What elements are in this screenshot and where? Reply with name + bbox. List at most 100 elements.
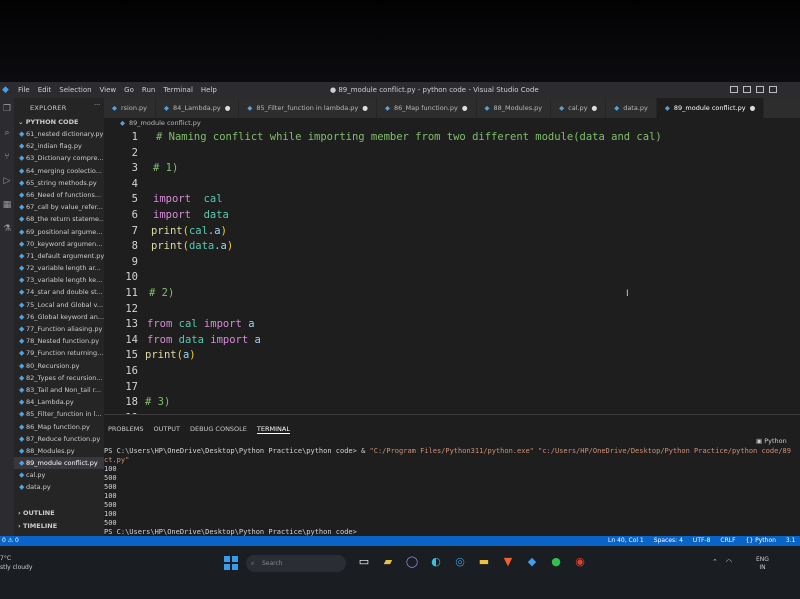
menu-help[interactable]: Help	[201, 86, 217, 94]
sidebar-file-item[interactable]: ◆ 75_Local and Global v...	[14, 299, 104, 311]
code-line[interactable]: 4	[104, 177, 148, 192]
code-line[interactable]: 15 print(a)	[104, 348, 195, 363]
toggle-panel-icon[interactable]	[743, 86, 751, 93]
outline-section[interactable]: › OUTLINE	[18, 509, 55, 517]
edge-icon[interactable]: ◐	[428, 554, 444, 570]
editor-tab[interactable]: ◆ 89_module conflict.py ●	[656, 98, 765, 118]
code-line[interactable]: 11 # 2)	[104, 286, 174, 301]
sidebar-file-item[interactable]: ◆ 66_Need of functions...	[14, 189, 104, 201]
source-control-icon[interactable]: ⑂	[2, 152, 12, 162]
sidebar-file-item[interactable]: ◆ data.py	[14, 481, 104, 493]
chrome-icon[interactable]: ◉	[572, 554, 588, 570]
sidebar-file-item[interactable]: ◆ cal.py	[14, 469, 104, 481]
code-line[interactable]: 2	[104, 146, 148, 161]
search-icon[interactable]: ⌕	[2, 128, 12, 138]
menu-terminal[interactable]: Terminal	[163, 86, 193, 94]
code-line[interactable]: 5 import cal	[104, 192, 223, 207]
sidebar-file-item[interactable]: ◆ 78_Nested function.py	[14, 335, 104, 347]
code-line[interactable]: 1 # Naming conflict while importing membe…	[104, 130, 662, 145]
sidebar-file-item[interactable]: ◆ 61_nested dictionary.py	[14, 128, 104, 140]
editor-tab[interactable]: ◆ 85_Filter_function in lambda.py ●	[239, 98, 377, 118]
network-icon[interactable]: ◠	[726, 558, 732, 566]
sidebar-file-item[interactable]: ◆ 71_default argument.py	[14, 250, 104, 262]
language-indicator[interactable]: ENG IN	[756, 556, 769, 572]
tab-terminal[interactable]: TERMINAL	[256, 425, 290, 434]
tab-debug-console[interactable]: DEBUG CONSOLE	[190, 425, 247, 434]
code-line[interactable]: 17	[104, 380, 148, 395]
code-line[interactable]: 7 print(cal.a)	[104, 224, 227, 239]
menu-go[interactable]: Go	[124, 86, 134, 94]
encoding[interactable]: UTF-8	[693, 537, 711, 544]
language-mode[interactable]: {} Python	[746, 537, 776, 544]
taskbar-search[interactable]: ⌕ Search	[246, 555, 346, 572]
sidebar-file-item[interactable]: ◆ 64_merging coolectio...	[14, 165, 104, 177]
tab-output[interactable]: OUTPUT	[153, 425, 180, 434]
unsaved-dot-icon[interactable]: ●	[592, 104, 598, 112]
sidebar-file-item[interactable]: ◆ 85_Filter_function in l...	[14, 408, 104, 420]
toggle-secondary-sidebar-icon[interactable]	[756, 86, 764, 93]
line-endings[interactable]: CRLF	[720, 537, 735, 544]
explorer-icon[interactable]: ❐	[2, 104, 12, 114]
sidebar-file-item[interactable]: ◆ 83_Tail and Non_tail r...	[14, 384, 104, 396]
cursor-position[interactable]: Ln 40, Col 1	[608, 537, 644, 544]
customize-layout-icon[interactable]	[769, 86, 777, 93]
sidebar-file-item[interactable]: ◆ 69_positional argume...	[14, 226, 104, 238]
sidebar-file-item[interactable]: ◆ 76_Global keyword an...	[14, 311, 104, 323]
sidebar-file-item[interactable]: ◆ 80_Recursion.py	[14, 360, 104, 372]
app-icon[interactable]: ◎	[452, 554, 468, 570]
menu-view[interactable]: View	[100, 86, 117, 94]
indentation[interactable]: Spaces: 4	[654, 537, 683, 544]
extensions-icon[interactable]: ▦	[2, 200, 12, 210]
sidebar-file-item[interactable]: ◆ 88_Modules.py	[14, 445, 104, 457]
sidebar-file-item[interactable]: ◆ 79_Function returning...	[14, 347, 104, 359]
sidebar-file-item[interactable]: ◆ 87_Reduce function.py	[14, 433, 104, 445]
sidebar-file-item[interactable]: ◆ 72_variable length ar...	[14, 262, 104, 274]
sidebar-file-item[interactable]: ◆ 70_keyword argumen...	[14, 238, 104, 250]
code-editor[interactable]: 1 # Naming conflict while importing membe…	[104, 126, 800, 424]
sidebar-file-item[interactable]: ◆ 86_Map function.py	[14, 421, 104, 433]
code-line[interactable]: 8 print(data.a)	[104, 239, 234, 254]
editor-tab[interactable]: ◆ 84_Lambda.py ●	[156, 98, 240, 118]
unsaved-dot-icon[interactable]: ●	[750, 104, 756, 112]
code-line[interactable]: 16	[104, 364, 148, 379]
more-actions-icon[interactable]: ···	[94, 101, 100, 109]
folder-python-code[interactable]: ⌄ PYTHON CODE	[18, 118, 78, 126]
toggle-sidebar-icon[interactable]	[730, 86, 738, 93]
editor-tab[interactable]: ◆ 88_Modules.py	[477, 98, 552, 118]
sidebar-file-item[interactable]: ◆ 73_variable length ke...	[14, 274, 104, 286]
testing-icon[interactable]: ⚗	[2, 224, 12, 234]
run-debug-icon[interactable]: ▷	[2, 176, 12, 186]
folder-icon[interactable]: ▬	[476, 554, 492, 570]
sidebar-file-item[interactable]: ◆ 89_module conflict.py	[14, 457, 104, 470]
editor-tab[interactable]: ◆ 86_Map function.py ●	[377, 98, 477, 118]
python-version[interactable]: 3.1	[786, 537, 796, 544]
sidebar-file-item[interactable]: ◆ 82_Types of recursion...	[14, 372, 104, 384]
editor-tab[interactable]: ◆ rsion.py	[104, 98, 156, 118]
unsaved-dot-icon[interactable]: ●	[462, 104, 468, 112]
sidebar-file-item[interactable]: ◆ 77_Function aliasing.py	[14, 323, 104, 335]
file-explorer-icon[interactable]: ▰	[380, 554, 396, 570]
code-line[interactable]: 12	[104, 302, 148, 317]
menu-run[interactable]: Run	[142, 86, 155, 94]
code-line[interactable]: 18 # 3)	[104, 395, 170, 410]
menu-selection[interactable]: Selection	[59, 86, 91, 94]
sidebar-file-item[interactable]: ◆ 62_indian flag.py	[14, 140, 104, 152]
brave-icon[interactable]: ▼	[500, 554, 516, 570]
chevron-up-icon[interactable]: ⌃	[712, 558, 718, 566]
code-line[interactable]: 9	[104, 255, 148, 270]
whatsapp-icon[interactable]: ●	[548, 554, 564, 570]
sidebar-file-item[interactable]: ◆ 68_the return stateme...	[14, 213, 104, 225]
unsaved-dot-icon[interactable]: ●	[225, 104, 231, 112]
chat-icon[interactable]: ◯	[404, 554, 420, 570]
sidebar-file-item[interactable]: ◆ 84_Lambda.py	[14, 396, 104, 408]
code-line[interactable]: 10	[104, 270, 148, 285]
terminal-output[interactable]: PS C:\Users\HP\OneDrive\Desktop\Python P…	[104, 447, 800, 537]
tab-problems[interactable]: PROBLEMS	[108, 425, 143, 434]
code-line[interactable]: 3 # 1)	[104, 161, 179, 176]
code-line[interactable]: 13 from cal import a	[104, 317, 254, 332]
sidebar-file-item[interactable]: ◆ 74_star and double st...	[14, 286, 104, 298]
start-button[interactable]	[224, 556, 238, 570]
problems-count[interactable]: 0 ⚠ 0	[2, 537, 19, 544]
weather-widget[interactable]: 7°C stly cloudy	[0, 554, 32, 572]
terminal-python-selector[interactable]: ▣ Python	[756, 437, 787, 445]
